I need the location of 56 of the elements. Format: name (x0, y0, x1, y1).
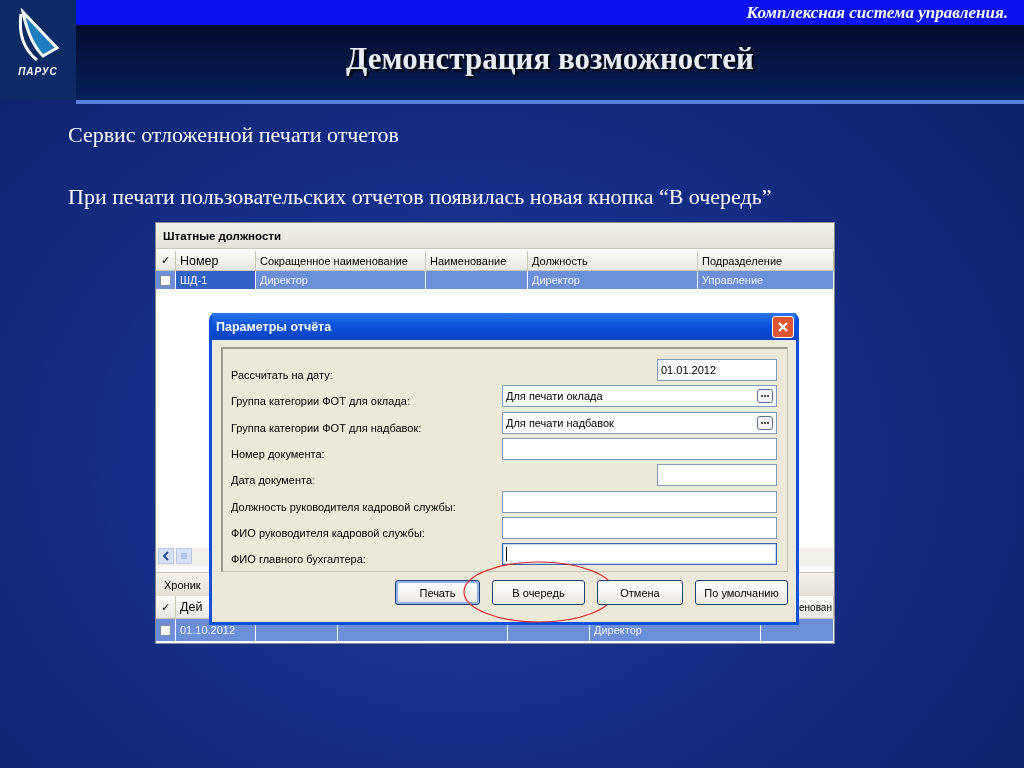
dialog-button[interactable]: Печать (395, 580, 480, 606)
column-header[interactable]: Номер (176, 251, 256, 271)
field-label: Группа категории ФОТ для надбавок: (231, 420, 423, 434)
date-field[interactable]: 01.01.2012 (657, 359, 777, 382)
text-caret (506, 547, 507, 562)
grip-icon (180, 552, 188, 560)
row-checkbox[interactable] (160, 624, 171, 636)
input-field[interactable] (502, 438, 777, 461)
body-text: Сервис отложенной печати отчетов (68, 122, 400, 148)
date-field[interactable] (657, 464, 777, 487)
table-cell: Директор (532, 274, 580, 286)
table-cell: Директор (594, 624, 642, 636)
ellipsis-icon (760, 420, 770, 425)
input-field[interactable] (502, 516, 777, 539)
dialog-button[interactable]: В очередь (492, 580, 585, 606)
field-label: Номер документа: (231, 447, 326, 461)
table-cell: ШД-1 (180, 274, 208, 286)
tab[interactable]: Хроник (164, 578, 201, 591)
slide-title: Демонстрация возможностей (346, 40, 754, 77)
column-header: ✓ (156, 596, 176, 619)
field-label: ФИО руководителя кадровой службы: (231, 525, 426, 539)
lookup-field[interactable]: Для печати надбавок (502, 411, 777, 434)
table-row[interactable]: ШД-1 Директор Директор Управление (156, 271, 834, 289)
column-header[interactable]: Дей (180, 600, 203, 614)
field-label: Должность руководителя кадровой службы: (231, 499, 457, 513)
field-value: Для печати оклада (506, 390, 603, 403)
panel-title: Штатные должности (163, 229, 281, 242)
column-header[interactable]: Должность (528, 251, 698, 271)
tagline: Комплексная система управления. (746, 2, 1008, 23)
input-field[interactable] (502, 543, 777, 566)
lookup-field[interactable]: Для печати оклада (502, 385, 777, 408)
table-cell: Управление (702, 274, 764, 286)
field-label: Дата документа: (231, 473, 317, 487)
row-checkbox[interactable] (160, 274, 171, 286)
dialog-title: Параметры отчёта (216, 319, 332, 334)
table-cell: 01.10.2012 (180, 624, 236, 636)
field-value: 01.01.2012 (661, 364, 717, 377)
column-header[interactable]: Сокращенное наименование (256, 251, 426, 271)
lookup-button[interactable] (757, 415, 773, 430)
column-header[interactable]: Наименование (426, 251, 528, 271)
dialog-button[interactable]: Отмена (597, 580, 683, 606)
column-header[interactable]: Подразделение (698, 251, 834, 271)
lookup-button[interactable] (757, 389, 773, 404)
table-cell: Директор (260, 274, 308, 286)
body-text: При печати пользовательских отчетов появилась новая кнопка “В очередь” (68, 184, 773, 210)
close-icon (777, 320, 789, 333)
field-value: Для печати надбавок (506, 416, 614, 429)
field-label: ФИО главного бухгалтера: (231, 552, 367, 566)
dialog-button[interactable]: По умолчанию (695, 580, 788, 606)
field-label: Рассчитать на дату: (231, 368, 334, 382)
logo-text: ПАРУС (18, 66, 58, 77)
close-button[interactable] (772, 315, 794, 338)
input-field[interactable] (502, 490, 777, 513)
ellipsis-icon (760, 394, 770, 399)
field-label: Группа категории ФОТ для оклада: (231, 394, 411, 408)
column-header: ✓ (156, 251, 176, 271)
